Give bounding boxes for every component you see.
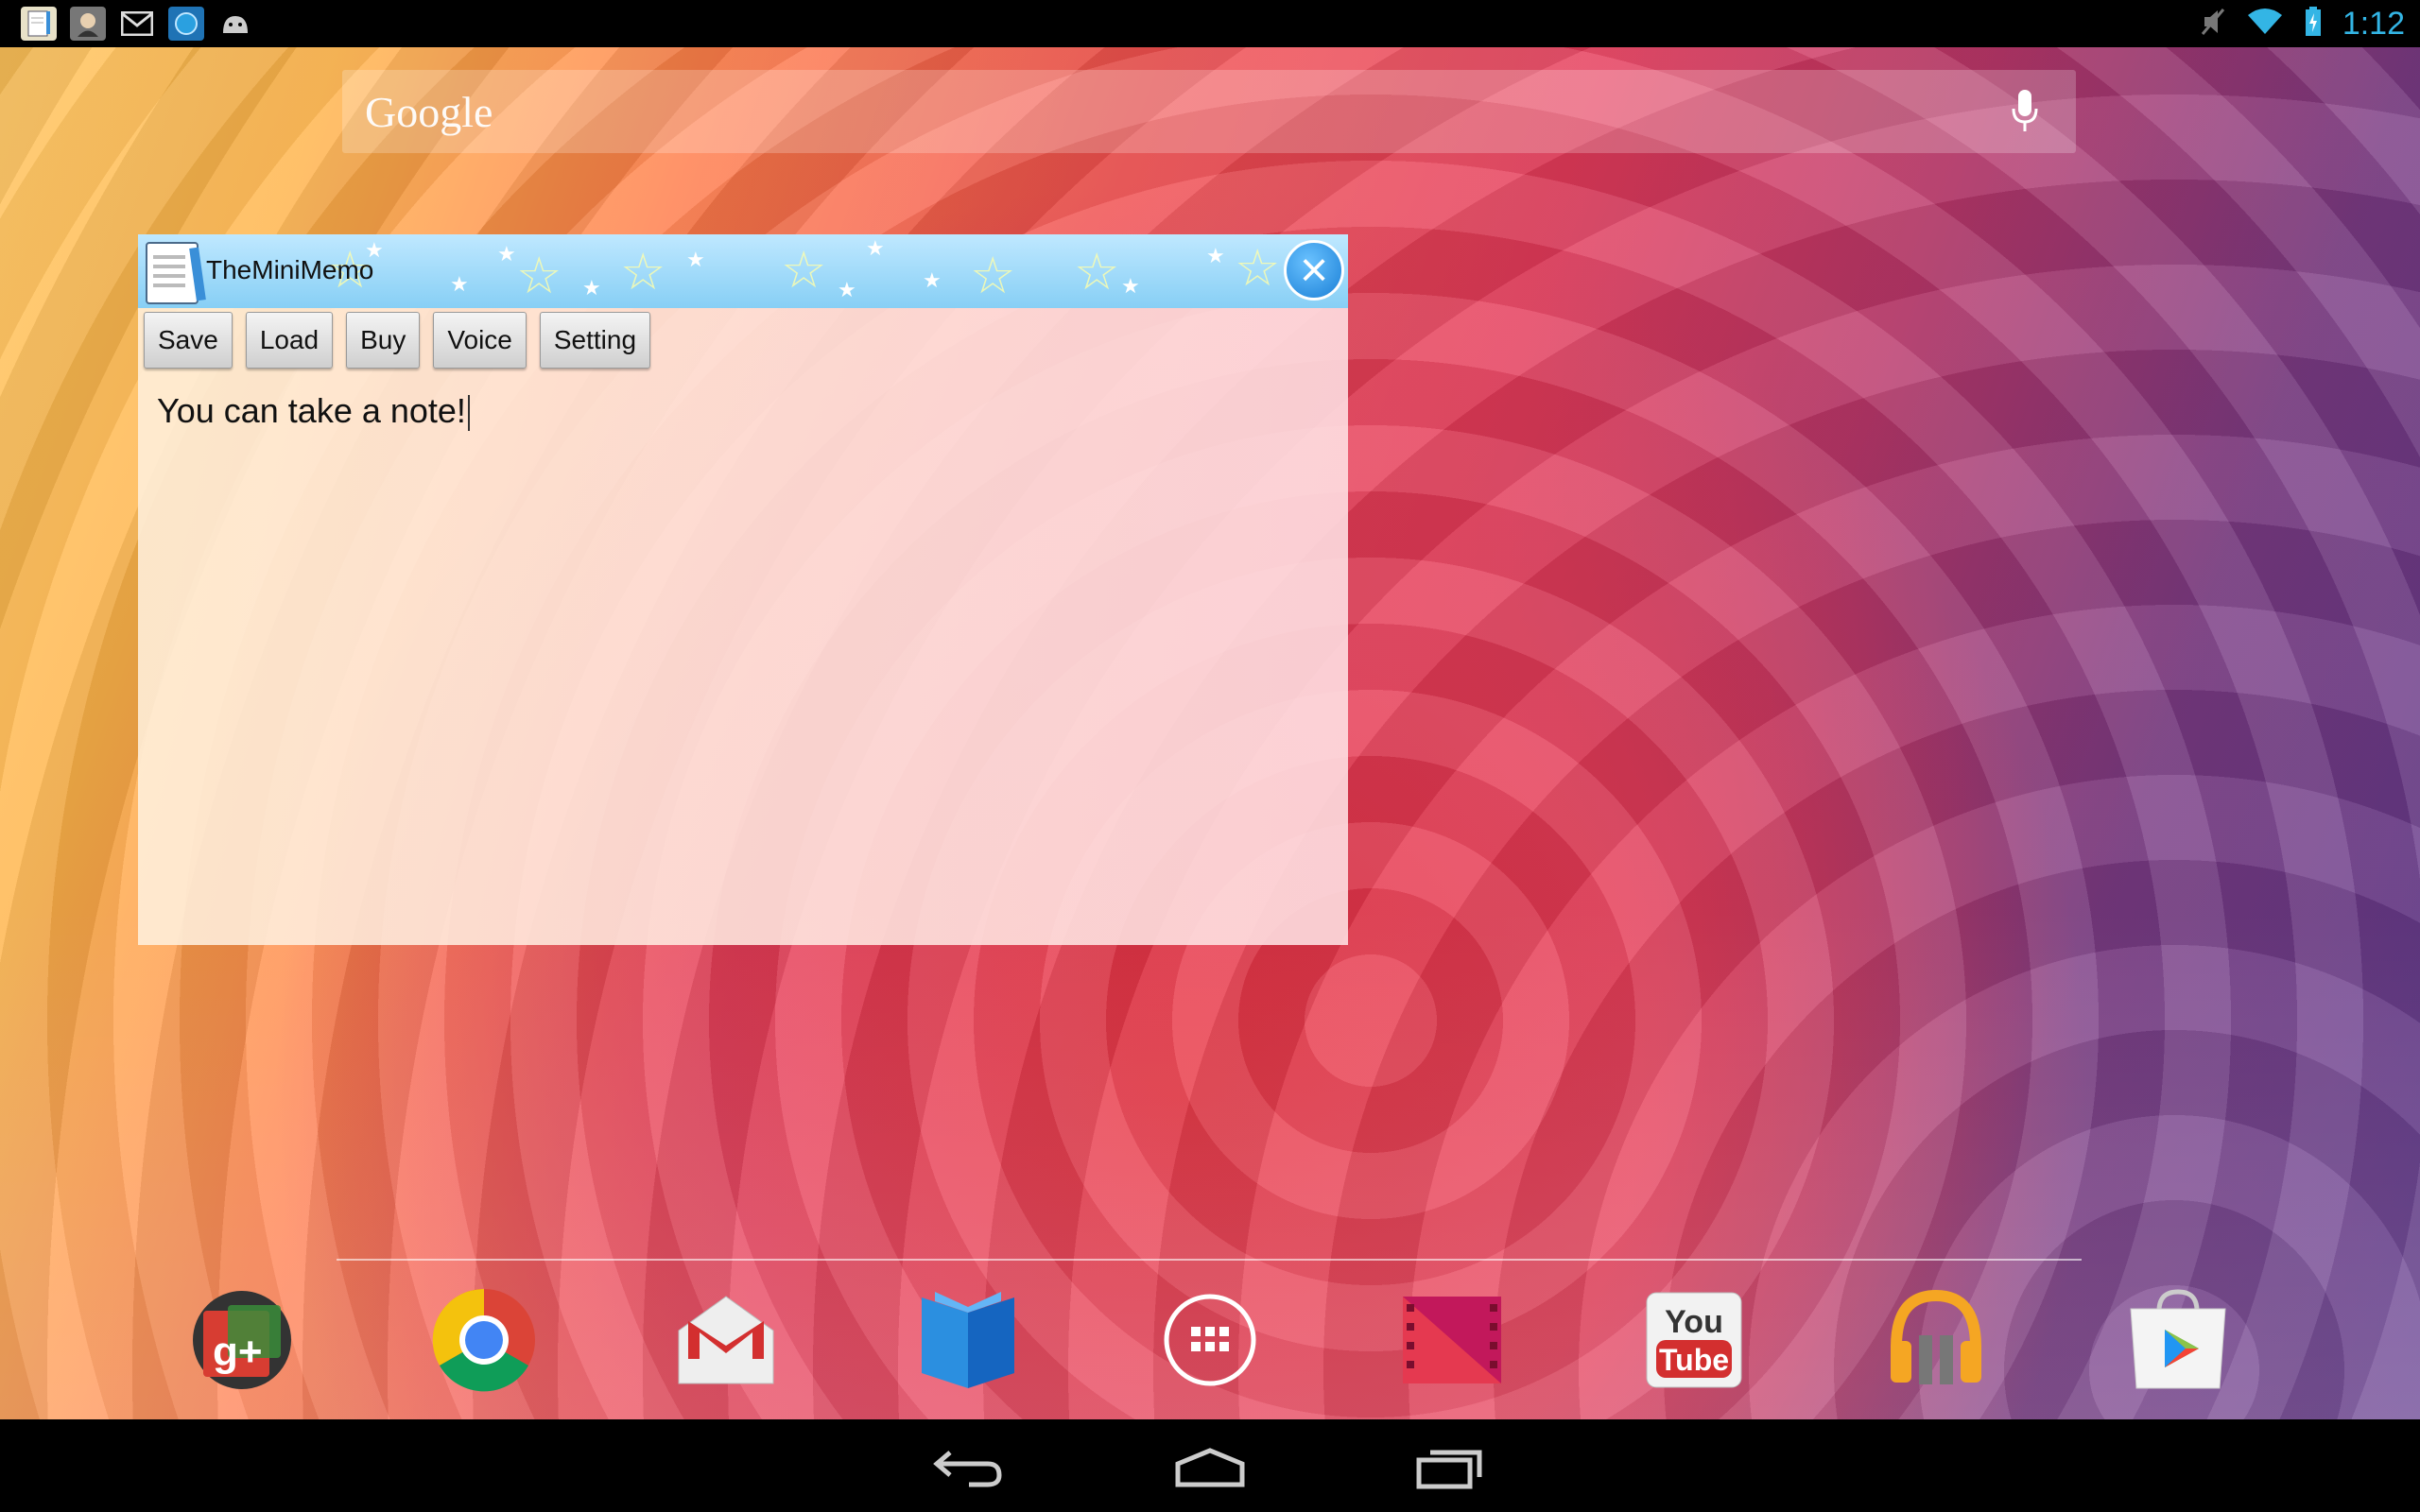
star-decoration: ★: [838, 278, 856, 301]
play-books-app-icon[interactable]: [913, 1285, 1023, 1395]
gmail-notification-icon[interactable]: [119, 7, 155, 41]
save-button[interactable]: Save: [144, 312, 233, 369]
notification-icons: [0, 7, 253, 41]
close-icon: ×: [1299, 243, 1329, 298]
chrome-app-icon[interactable]: [429, 1285, 539, 1395]
play-music-app-icon[interactable]: [1881, 1285, 1991, 1395]
play-movies-app-icon[interactable]: [1397, 1285, 1507, 1395]
star-decoration: ☆: [1235, 240, 1281, 297]
star-decoration: ☆: [620, 244, 666, 301]
google-search-bar[interactable]: Google: [342, 70, 2076, 153]
memo-app-icon: [146, 242, 199, 304]
avatar-notification-icon[interactable]: [70, 7, 106, 41]
text-cursor: [467, 395, 470, 432]
star-decoration: ☆: [781, 242, 827, 299]
recent-apps-button[interactable]: [1409, 1438, 1494, 1495]
play-store-app-icon[interactable]: [2123, 1285, 2233, 1395]
memo-text-area[interactable]: You can take a note!: [157, 391, 470, 432]
load-button[interactable]: Load: [245, 312, 334, 369]
star-decoration: ★: [497, 242, 516, 266]
gmail-app-icon[interactable]: [671, 1285, 781, 1395]
star-decoration: ★: [1121, 274, 1140, 298]
star-decoration: ☆: [516, 248, 562, 304]
navigation-bar: [0, 1419, 2420, 1512]
memo-title-bar[interactable]: ☆ ☆ ☆ ☆ ☆ ☆ ☆ ★ ★ ★ ★ ★ ★ ★ ★ ★ ★ TheMin…: [138, 234, 1348, 308]
youtube-app-icon[interactable]: You Tube: [1639, 1285, 1749, 1395]
battery-icon: [2305, 6, 2322, 42]
memo-title: TheMiniMemo: [206, 255, 374, 284]
blue-app-notification-icon[interactable]: [168, 7, 204, 41]
wifi-icon: [2246, 8, 2284, 41]
setting-button[interactable]: Setting: [539, 312, 651, 369]
back-icon: [933, 1451, 1002, 1487]
google-logo: Google: [365, 87, 493, 136]
youtube-label-tube: Tube: [1659, 1343, 1729, 1377]
star-decoration: ☆: [970, 248, 1016, 304]
star-decoration: ★: [450, 272, 469, 296]
buy-button[interactable]: Buy: [346, 312, 421, 369]
star-decoration: ★: [923, 268, 942, 292]
back-button[interactable]: [926, 1438, 1011, 1495]
voice-button[interactable]: Voice: [433, 312, 527, 369]
google-plus-app-icon[interactable]: g+: [187, 1285, 297, 1395]
star-decoration: ★: [866, 236, 885, 260]
recent-apps-icon: [1416, 1450, 1482, 1489]
status-clock: 1:12: [2342, 5, 2405, 42]
all-apps-button[interactable]: [1155, 1285, 1265, 1395]
star-decoration: ★: [686, 248, 705, 271]
memo-note-text: You can take a note!: [157, 391, 466, 430]
memo-toolbar: Save Load Buy Voice Setting: [144, 312, 651, 369]
youtube-label-you: You: [1665, 1304, 1723, 1340]
android-notification-icon[interactable]: [217, 7, 253, 41]
home-icon: [1175, 1448, 1245, 1487]
close-button[interactable]: ×: [1284, 240, 1344, 301]
mini-memo-widget: ☆ ☆ ☆ ☆ ☆ ☆ ☆ ★ ★ ★ ★ ★ ★ ★ ★ ★ ★ TheMin…: [138, 234, 1348, 945]
dock-divider: [337, 1259, 2082, 1261]
memo-notification-icon[interactable]: [21, 7, 57, 41]
microphone-icon[interactable]: [1996, 83, 2053, 140]
star-decoration: ☆: [1074, 244, 1120, 301]
home-button[interactable]: [1167, 1438, 1253, 1495]
dock: g+ You Tube: [0, 1285, 2420, 1399]
mute-icon: [2201, 8, 2225, 41]
status-bar: 1:12: [0, 0, 2420, 47]
system-icons: 1:12: [2201, 6, 2420, 43]
svg-text:g+: g+: [213, 1329, 263, 1375]
star-decoration: ★: [582, 276, 601, 300]
star-decoration: ★: [1206, 244, 1225, 267]
